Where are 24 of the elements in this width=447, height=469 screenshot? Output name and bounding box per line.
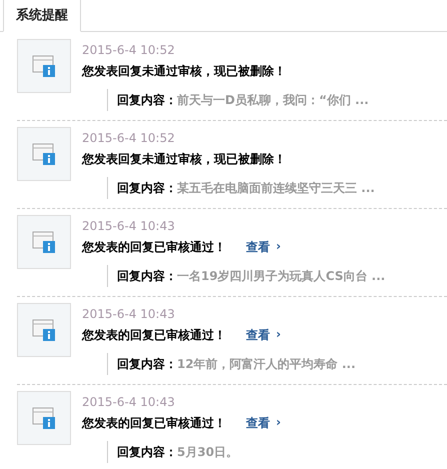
tab[interactable]: 系统提醒: [3, 0, 81, 32]
reply-content: 回复内容：5月30日。: [117, 444, 238, 460]
notice-title: 您发表回复未通过审核，现已被删除！: [82, 150, 286, 168]
reply-content: 回复内容：某五毛在电脑面前连续坚守三天三 ...: [117, 180, 375, 196]
notice-time: 2015-6-4 10:43: [82, 306, 176, 323]
notice-time: 2015-6-4 10:43: [82, 218, 176, 235]
notice-title: 您发表的回复已审核通过！: [82, 326, 226, 344]
info-window-icon: [32, 318, 56, 342]
notice-title: 您发表的回复已审核通过！: [82, 414, 226, 432]
notice-time: 2015-6-4 10:43: [82, 394, 176, 411]
reply-content: 回复内容：一名19岁四川男子为玩真人CS向台 ...: [117, 268, 386, 284]
reply-content: 回复内容：12年前，阿富汗人的平均寿命 ...: [117, 356, 356, 372]
reply-content: 回复内容：前天与一D员私聊，我问：“你们 ...: [117, 92, 369, 108]
notice-title: 您发表的回复已审核通过！: [82, 238, 226, 256]
info-window-icon: [32, 230, 56, 254]
info-window-icon: [32, 142, 56, 166]
view-link[interactable]: 查看 ›: [246, 326, 281, 344]
notice-title: 您发表回复未通过审核，现已被删除！: [82, 62, 286, 80]
info-window-icon: [32, 406, 56, 430]
notice-time: 2015-6-4 10:52: [82, 42, 176, 59]
notice-time: 2015-6-4 10:52: [82, 130, 176, 147]
view-link[interactable]: 查看 ›: [246, 238, 281, 256]
info-window-icon: [32, 54, 56, 78]
view-link[interactable]: 查看 ›: [246, 414, 281, 432]
